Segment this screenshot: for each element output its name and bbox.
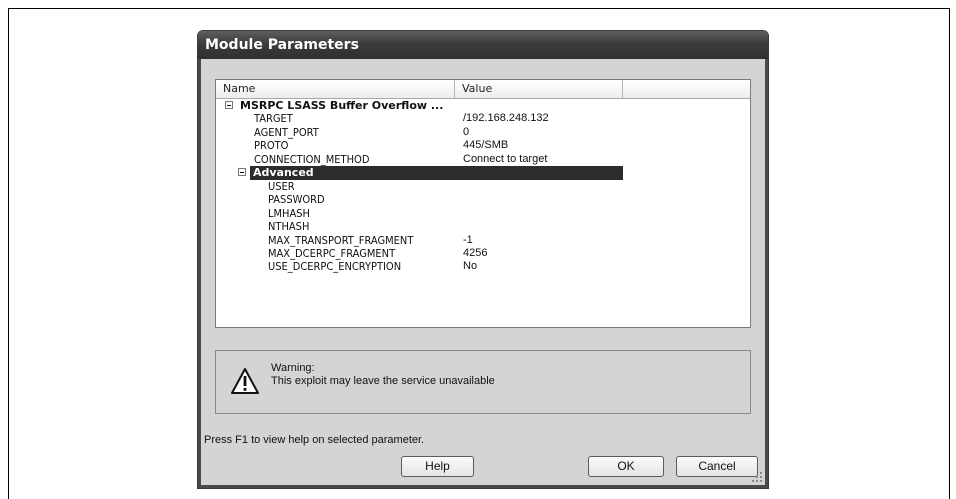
ok-button[interactable]: OK xyxy=(588,456,664,477)
help-hint: Press F1 to view help on selected parame… xyxy=(204,434,425,446)
param-row-lmhash[interactable]: LMHASH xyxy=(216,207,750,220)
param-row-connection-method[interactable]: CONNECTION_METHOD Connect to target xyxy=(216,153,750,166)
param-row-max-transport-fragment[interactable]: MAX_TRANSPORT_FRAGMENT -1 xyxy=(216,234,750,247)
param-name: MAX_TRANSPORT_FRAGMENT xyxy=(268,233,414,247)
parameters-list[interactable]: Name Value MSRPC LSASS Buffer Overflow .… xyxy=(215,79,751,328)
param-name: NTHASH xyxy=(268,220,310,234)
module-name: MSRPC LSASS Buffer Overflow ... xyxy=(240,99,444,112)
warning-triangle-icon xyxy=(231,368,259,394)
module-parameters-dialog: Module Parameters Name Value MSRPC LSASS… xyxy=(197,30,769,489)
param-row-agent-port[interactable]: AGENT_PORT 0 xyxy=(216,126,750,139)
resize-grip-icon[interactable] xyxy=(751,471,763,483)
column-header-value[interactable]: Value xyxy=(455,80,623,98)
param-row-password[interactable]: PASSWORD xyxy=(216,193,750,206)
param-name: LMHASH xyxy=(268,206,310,220)
param-row-max-dcerpc-fragment[interactable]: MAX_DCERPC_FRAGMENT 4256 xyxy=(216,247,750,260)
warning-label: Warning: xyxy=(271,362,315,374)
param-name: MAX_DCERPC_FRAGMENT xyxy=(268,246,396,260)
param-row-user[interactable]: USER xyxy=(216,180,750,193)
param-row-use-dcerpc-encryption[interactable]: USE_DCERPC_ENCRYPTION No xyxy=(216,260,750,273)
param-name: CONNECTION_METHOD xyxy=(254,152,370,166)
param-value: No xyxy=(463,260,478,273)
advanced-group-row[interactable]: Advanced xyxy=(216,165,750,180)
param-name: PROTO xyxy=(254,139,289,153)
module-group-row[interactable]: MSRPC LSASS Buffer Overflow ... xyxy=(216,99,750,112)
param-row-nthash[interactable]: NTHASH xyxy=(216,220,750,233)
param-value: 445/SMB xyxy=(463,139,509,152)
list-rows: MSRPC LSASS Buffer Overflow ... TARGET /… xyxy=(216,99,750,274)
cancel-button[interactable]: Cancel xyxy=(676,456,758,477)
list-header: Name Value xyxy=(216,80,750,99)
param-value: 4256 xyxy=(463,246,488,259)
dialog-body: Name Value MSRPC LSASS Buffer Overflow .… xyxy=(198,59,768,488)
param-name: PASSWORD xyxy=(268,193,325,207)
param-name: TARGET xyxy=(254,112,293,126)
dialog-title: Module Parameters xyxy=(198,31,768,59)
param-row-target[interactable]: TARGET /192.168.248.132 xyxy=(216,112,750,125)
param-value: 0 xyxy=(463,125,470,138)
param-name: AGENT_PORT xyxy=(254,125,319,139)
param-value: -1 xyxy=(463,233,473,246)
param-name: USER xyxy=(268,179,295,193)
param-name: USE_DCERPC_ENCRYPTION xyxy=(268,260,402,274)
param-value: Connect to target xyxy=(463,152,548,165)
warning-text: This exploit may leave the service unava… xyxy=(271,375,495,387)
help-button[interactable]: Help xyxy=(401,456,474,477)
param-row-proto[interactable]: PROTO 445/SMB xyxy=(216,139,750,152)
param-value: /192.168.248.132 xyxy=(463,112,549,125)
column-header-name[interactable]: Name xyxy=(216,80,455,98)
warning-box: Warning: This exploit may leave the serv… xyxy=(215,350,751,414)
collapse-icon[interactable] xyxy=(238,167,246,176)
collapse-icon[interactable] xyxy=(225,101,233,109)
advanced-label: Advanced xyxy=(253,165,314,179)
